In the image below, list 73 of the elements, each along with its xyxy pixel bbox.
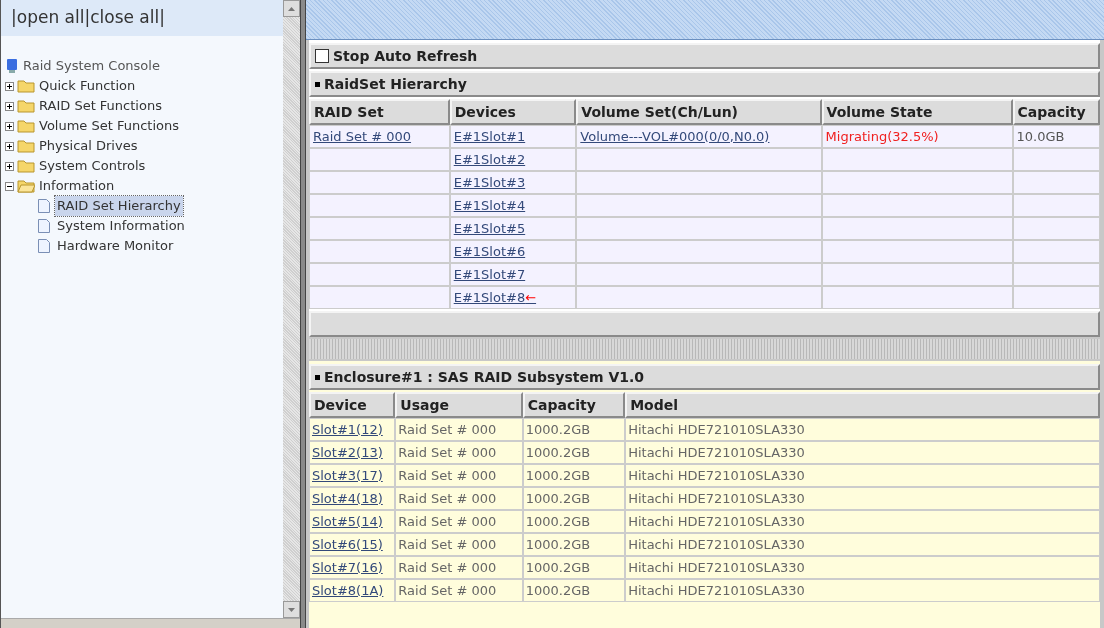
page-icon (37, 218, 51, 234)
capacity-cell: 10.0GB (1016, 128, 1065, 144)
column-header: Devices (449, 99, 577, 125)
usage-cell: Raid Set # 000 (398, 559, 497, 575)
usage-cell: Raid Set # 000 (398, 444, 497, 460)
page-icon (37, 238, 51, 254)
tree-item[interactable]: System Information (55, 216, 187, 236)
down-arrow-icon (288, 607, 295, 612)
bullet-icon (315, 81, 320, 87)
horizontal-scrollbar[interactable] (1, 618, 300, 628)
folder-icon (17, 99, 35, 113)
bullet-icon (315, 374, 320, 380)
expand-icon[interactable] (5, 101, 14, 111)
column-header: Model (625, 392, 1100, 418)
model-cell: Hitachi HDE721010SLA330 (628, 582, 805, 598)
folder-icon (17, 79, 35, 93)
tree-link[interactable]: close all| (90, 5, 165, 31)
folder-icon (17, 139, 35, 153)
vertical-scrollbar[interactable] (283, 0, 300, 618)
capacity-cell: 1000.2GB (525, 444, 591, 460)
capacity-cell: 1000.2GB (525, 467, 591, 483)
model-cell: Hitachi HDE721010SLA330 (628, 444, 805, 460)
capacity-cell: 1000.2GB (525, 421, 591, 437)
tree-folder[interactable]: RAID Set Functions (38, 96, 163, 116)
tree-folder[interactable]: Physical Drives (38, 136, 139, 156)
usage-cell: Raid Set # 000 (398, 536, 497, 552)
checkbox-label: Stop Auto Refresh (333, 46, 478, 66)
page-icon (37, 198, 51, 214)
section-title: RaidSet Hierarchy (324, 74, 467, 94)
tree-item[interactable]: RAID Set Hierarchy (55, 196, 183, 216)
folder-icon (17, 159, 35, 173)
column-header: Volume State (821, 99, 1013, 125)
capacity-cell: 1000.2GB (525, 582, 591, 598)
expand-icon[interactable] (5, 81, 14, 91)
model-cell: Hitachi HDE721010SLA330 (628, 490, 805, 506)
folder-icon (17, 119, 35, 133)
expand-icon[interactable] (5, 141, 14, 151)
usage-cell: Raid Set # 000 (398, 490, 497, 506)
column-header: Capacity (1012, 99, 1100, 125)
model-cell: Hitachi HDE721010SLA330 (628, 513, 805, 529)
model-cell: Hitachi HDE721010SLA330 (628, 467, 805, 483)
usage-cell: Raid Set # 000 (398, 513, 497, 529)
capacity-cell: 1000.2GB (525, 513, 591, 529)
tree-folder[interactable]: System Controls (38, 156, 147, 176)
column-header: Usage (395, 392, 523, 418)
computer-icon (5, 58, 19, 74)
usage-cell: Raid Set # 000 (398, 582, 497, 598)
collapse-icon[interactable] (5, 181, 14, 191)
model-cell: Hitachi HDE721010SLA330 (628, 559, 805, 575)
expand-icon[interactable] (5, 161, 14, 171)
up-arrow-icon (288, 6, 295, 11)
column-header: RAID Set (309, 99, 450, 125)
tree-root[interactable]: Raid System Console (23, 56, 160, 76)
column-header: Volume Set(Ch/Lun) (576, 99, 822, 125)
volume-state: Migrating(32.5%) (825, 128, 939, 144)
model-cell: Hitachi HDE721010SLA330 (628, 536, 805, 552)
tree-folder[interactable]: Information (38, 176, 116, 196)
open-folder-icon (17, 179, 35, 193)
column-header: Device (309, 392, 396, 418)
usage-cell: Raid Set # 000 (398, 421, 497, 437)
tree-folder[interactable]: Quick Function (38, 76, 137, 96)
checkbox[interactable] (315, 49, 329, 63)
tree-folder[interactable]: Volume Set Functions (38, 116, 181, 136)
capacity-cell: 1000.2GB (525, 536, 591, 552)
column-header: Capacity (522, 392, 626, 418)
model-cell: Hitachi HDE721010SLA330 (628, 421, 805, 437)
tree-link[interactable]: |open all| (11, 5, 91, 31)
capacity-cell: 1000.2GB (525, 559, 591, 575)
capacity-cell: 1000.2GB (525, 490, 591, 506)
section-title: Enclosure#1 : SAS RAID Subsystem V1.0 (324, 367, 645, 387)
usage-cell: Raid Set # 000 (398, 467, 497, 483)
expand-icon[interactable] (5, 121, 14, 131)
tree-item[interactable]: Hardware Monitor (55, 236, 176, 256)
